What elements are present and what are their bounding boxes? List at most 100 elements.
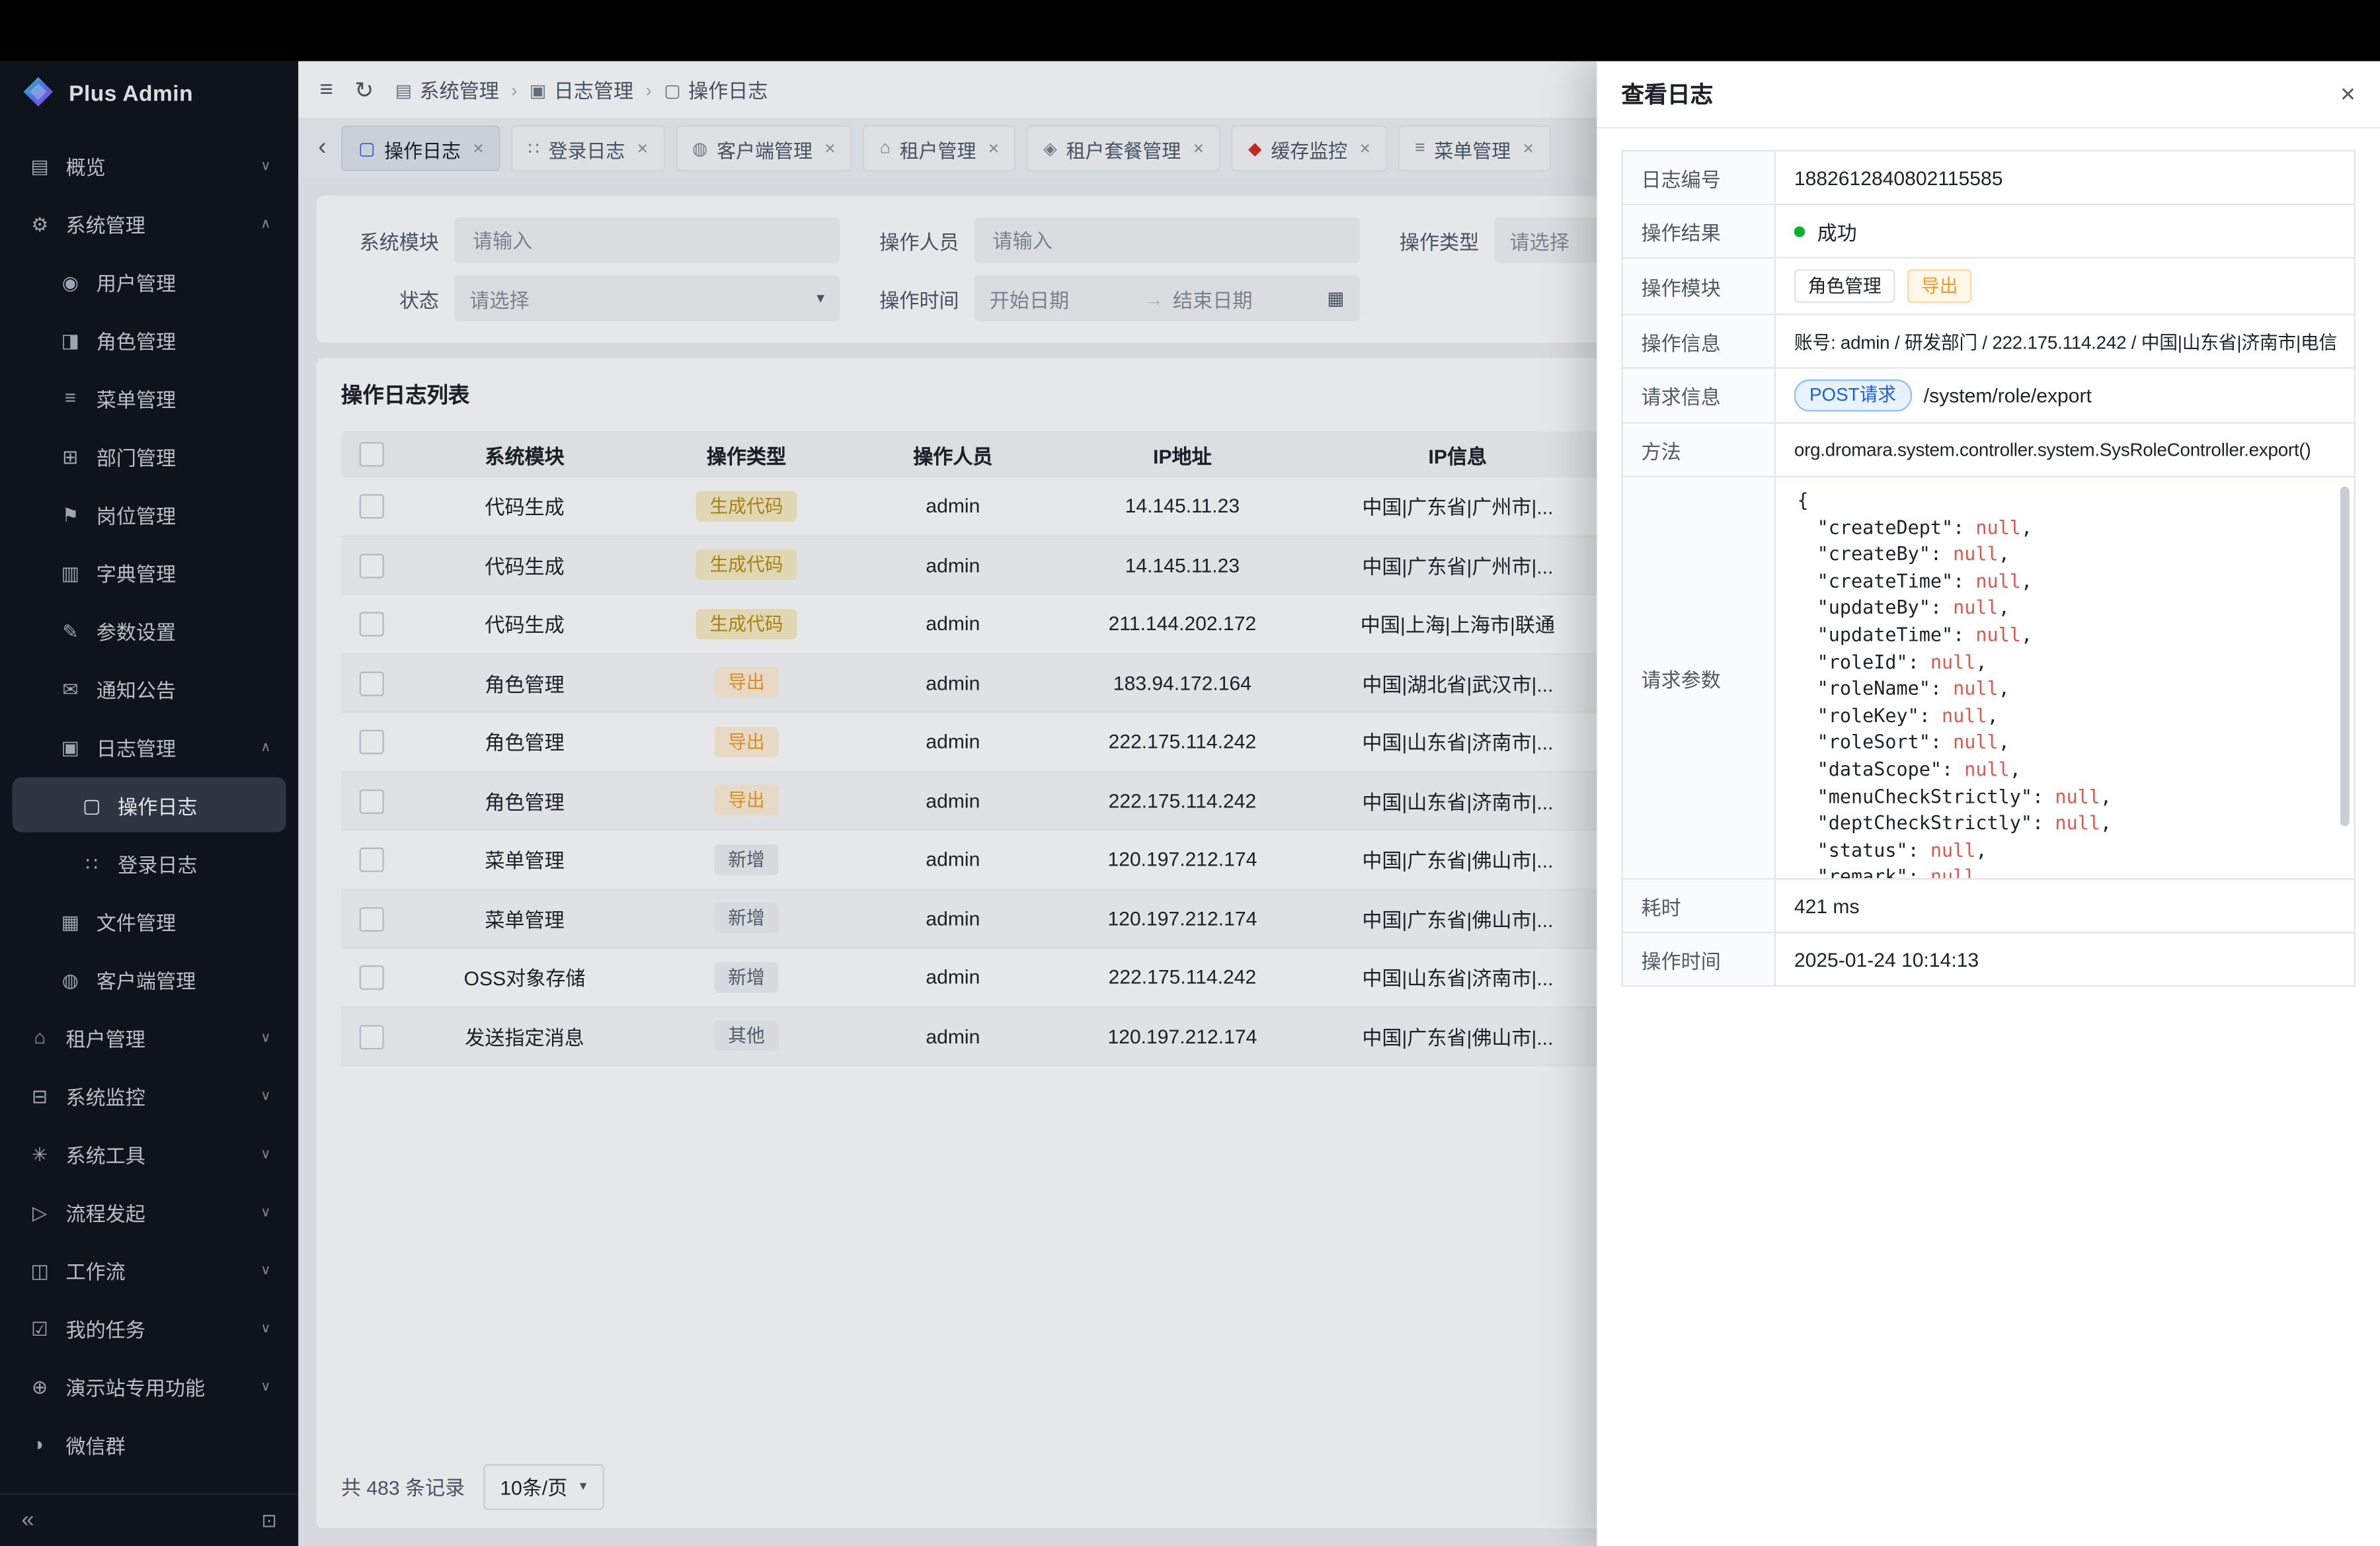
collapse-sidebar-button[interactable]: «: [21, 1507, 34, 1533]
tab-client[interactable]: ◍客户端管理×: [676, 126, 852, 171]
tab-cache-monitor[interactable]: ◆缓存监控×: [1232, 126, 1388, 171]
login-log-icon: ∷: [79, 852, 104, 875]
sidebar-item-monitor[interactable]: ⊟系统监控∨: [13, 1068, 286, 1123]
sidebar-item-label: 登录日志: [118, 848, 197, 877]
sidebar-item-dict[interactable]: ▥字典管理: [13, 545, 286, 600]
action-badge: 生成代码: [696, 608, 797, 639]
row-checkbox[interactable]: [341, 552, 403, 577]
close-tab-icon[interactable]: ×: [473, 138, 483, 159]
breadcrumb-item[interactable]: ▤系统管理: [395, 75, 499, 104]
log-field-request: 请求信息POST请求/system/role/export: [1623, 369, 2354, 424]
sidebar-item-tenant[interactable]: ⌂租户管理∨: [13, 1010, 286, 1065]
sidebar-item-tasks[interactable]: ☑我的任务∨: [13, 1301, 286, 1356]
row-checkbox[interactable]: [341, 788, 403, 813]
sidebar-item-post[interactable]: ⚑岗位管理: [13, 487, 286, 542]
sidebar-toggle-button[interactable]: ≡: [320, 77, 333, 102]
sidebar-item-demo-features[interactable]: ⊕演示站专用功能∨: [13, 1358, 286, 1413]
sidebar-item-client[interactable]: ◍客户端管理: [13, 952, 286, 1006]
tab-login-log[interactable]: ∷登录日志×: [511, 126, 664, 171]
filter-operator-input[interactable]: [974, 218, 1360, 263]
sidebar-item-label: 微信群: [65, 1430, 125, 1459]
log-details-table: 日志编号1882612840802115585操作结果成功操作模块角色管理导出操…: [1621, 150, 2356, 987]
field-value: 421 ms: [1776, 879, 2354, 932]
row-checkbox[interactable]: [341, 729, 403, 754]
sidebar-pin-icon[interactable]: ⊡: [261, 1510, 276, 1531]
scrollbar-thumb[interactable]: [2340, 487, 2350, 827]
row-checkbox[interactable]: [341, 965, 403, 990]
select-all-checkbox[interactable]: [341, 442, 403, 467]
close-tab-icon[interactable]: ×: [1193, 138, 1204, 159]
field-label: 操作信息: [1623, 315, 1776, 368]
sidebar-item-log[interactable]: ▣日志管理∧: [13, 719, 286, 774]
sidebar-item-param[interactable]: ✎参数设置: [13, 603, 286, 658]
close-tab-icon[interactable]: ×: [1360, 138, 1370, 159]
close-icon[interactable]: ×: [2340, 79, 2356, 109]
cell-ip: 222.175.114.242: [1060, 730, 1304, 753]
field-value: 成功: [1776, 205, 2354, 257]
close-tab-icon[interactable]: ×: [1523, 138, 1534, 159]
close-tab-icon[interactable]: ×: [988, 138, 999, 159]
filter-status-select[interactable]: 请选择▾: [454, 275, 840, 321]
tabs-scroll-left-button[interactable]: ‹: [313, 135, 331, 163]
tab-tenant-package[interactable]: ◈租户套餐管理×: [1027, 126, 1221, 171]
filter-label: 操作时间: [861, 284, 959, 313]
field-value: POST请求/system/role/export: [1776, 369, 2354, 423]
tenant-icon: ⌂: [880, 140, 891, 158]
sidebar-item-notice[interactable]: ✉通知公告: [13, 661, 286, 715]
action-badge: 新增: [714, 903, 778, 934]
tab-menu[interactable]: ≡菜单管理×: [1398, 126, 1551, 171]
row-checkbox[interactable]: [341, 847, 403, 872]
sidebar-item-overview[interactable]: ▤概览∨: [13, 138, 286, 192]
filter-label: 系统模块: [341, 225, 439, 255]
sidebar-item-wechat-group[interactable]: ◗微信群: [13, 1416, 286, 1471]
sidebar-item-operation-log[interactable]: ▢操作日志: [13, 777, 286, 832]
json-comma: ,: [2010, 758, 2021, 780]
cell-operator: admin: [846, 671, 1060, 694]
sidebar-item-user[interactable]: ◉用户管理: [13, 254, 286, 309]
cell-ip: 120.197.212.174: [1060, 1025, 1304, 1048]
filter-operator-field[interactable]: [990, 227, 1345, 253]
row-checkbox[interactable]: [341, 670, 403, 695]
sidebar-item-file[interactable]: ▦文件管理: [13, 893, 286, 948]
json-key: "updateTime": [1817, 624, 1954, 645]
sidebar-item-dept[interactable]: ⊞部门管理: [13, 428, 286, 483]
sidebar-item-process[interactable]: ▷流程发起∨: [13, 1184, 286, 1239]
tab-operation-log[interactable]: ▢操作日志×: [342, 126, 500, 171]
row-checkbox[interactable]: [341, 493, 403, 518]
cell-module: 发送指定消息: [402, 1022, 647, 1051]
cell-ip: 14.145.11.23: [1060, 495, 1304, 518]
refresh-button[interactable]: ↻: [354, 76, 374, 104]
scrollbar[interactable]: [2340, 483, 2350, 872]
json-comma: ,: [1999, 678, 2010, 699]
page-size-select[interactable]: 10条/页 ▾: [483, 1463, 604, 1509]
sidebar-item-login-log[interactable]: ∷ 登录日志: [13, 835, 286, 890]
sidebar-item-menu[interactable]: ≡菜单管理: [13, 370, 286, 425]
breadcrumb-item[interactable]: ▣日志管理: [530, 75, 633, 104]
action-badge: 生成代码: [696, 491, 797, 521]
row-checkbox[interactable]: [341, 906, 403, 931]
checkbox-icon: [360, 612, 384, 637]
field-label: 操作结果: [1623, 205, 1776, 257]
close-tab-icon[interactable]: ×: [824, 138, 835, 159]
breadcrumb-item[interactable]: ▢操作日志: [664, 75, 768, 104]
filter-operation-time-range[interactable]: 开始日期→结束日期▦: [974, 275, 1360, 321]
app-window: Plus Admin ▤概览∨⚙系统管理∧◉用户管理◨角色管理≡菜单管理⊞部门管…: [0, 61, 2380, 1546]
log-field-info: 操作信息账号: admin / 研发部门 / 222.175.114.242 /…: [1623, 315, 2354, 369]
cell-ip-info: 中国|山东省|济南市|...: [1305, 786, 1611, 815]
cell-operator: admin: [846, 730, 1060, 753]
sidebar-item-system[interactable]: ⚙系统管理∧: [13, 196, 286, 251]
breadcrumb-separator: ›: [511, 79, 517, 100]
json-null-value: null: [1953, 597, 1999, 618]
sidebar-item-role[interactable]: ◨角色管理: [13, 312, 286, 367]
tab-tenant[interactable]: ⌂租户管理×: [863, 126, 1015, 171]
row-checkbox[interactable]: [341, 611, 403, 636]
json-key: "roleId": [1817, 651, 1908, 672]
cell-ip-info: 中国|广东省|广州市|...: [1305, 550, 1611, 579]
filter-system-module-field[interactable]: [469, 227, 824, 253]
filter-system-module-input[interactable]: [454, 218, 840, 263]
sidebar-item-tools[interactable]: ✳系统工具∨: [13, 1126, 286, 1181]
sidebar-item-workflow[interactable]: ◫工作流∨: [13, 1242, 286, 1297]
row-checkbox[interactable]: [341, 1024, 403, 1049]
close-tab-icon[interactable]: ×: [637, 138, 648, 159]
param-icon: ✎: [58, 619, 83, 642]
